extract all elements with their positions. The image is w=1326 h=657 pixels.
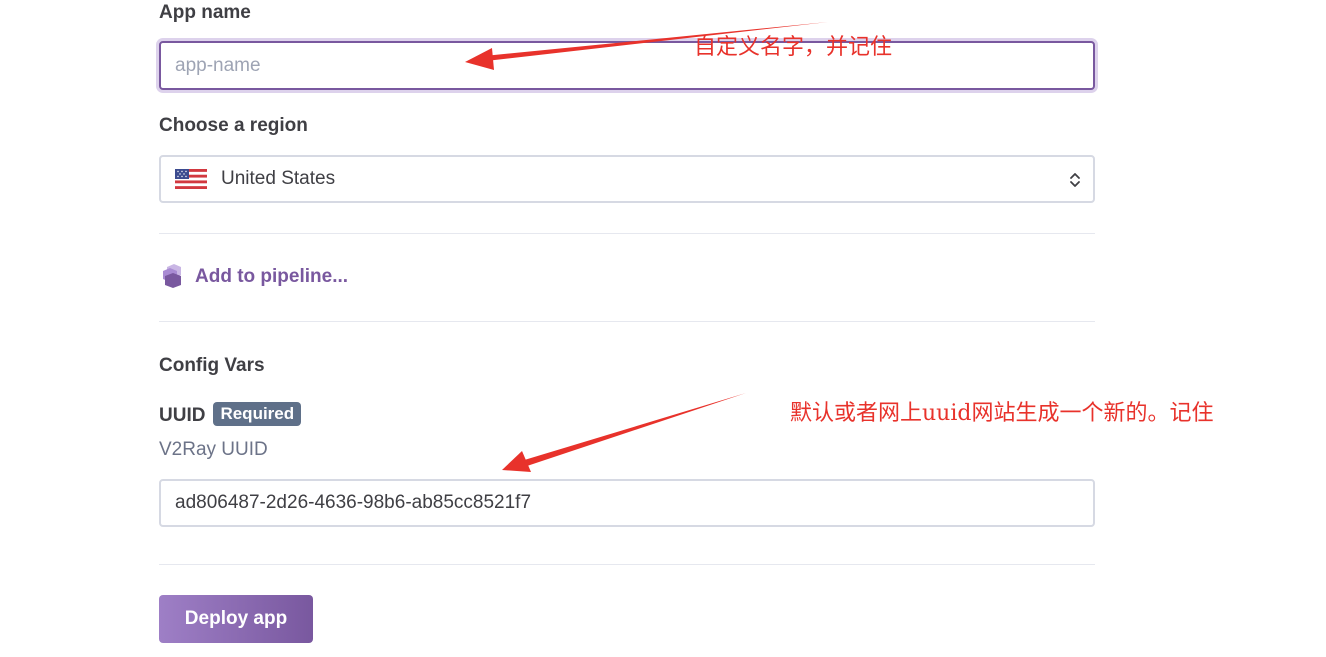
- app-name-input[interactable]: [159, 41, 1095, 90]
- uuid-label: UUID: [159, 405, 206, 426]
- section-divider: [159, 233, 1095, 234]
- region-select[interactable]: United States: [159, 155, 1095, 203]
- chevron-up-down-icon: [1070, 173, 1080, 187]
- app-name-annotation: 自定义名字，并记住: [694, 35, 893, 60]
- uuid-annotation: 默认或者网上uuid网站生成一个新的。记住: [790, 401, 1214, 426]
- required-badge: Required: [213, 402, 302, 426]
- app-name-label: App name: [159, 2, 251, 23]
- uuid-input[interactable]: [159, 479, 1095, 527]
- uuid-arrow-shaft: [521, 393, 746, 467]
- uuid-arrow-head: [502, 451, 531, 472]
- region-selected-value: United States: [221, 168, 336, 189]
- section-divider: [159, 321, 1095, 322]
- add-to-pipeline-link[interactable]: Add to pipeline...: [159, 264, 348, 290]
- config-vars-title: Config Vars: [159, 355, 265, 376]
- add-to-pipeline-label: Add to pipeline...: [195, 266, 349, 287]
- section-divider: [159, 564, 1095, 565]
- pipeline-icon: [163, 264, 181, 288]
- deploy-form-page: App name Choose a region United States: [0, 0, 1326, 657]
- annotation-arrows: [465, 22, 828, 472]
- deploy-app-button[interactable]: Deploy app: [159, 595, 313, 643]
- uuid-description: V2Ray UUID: [159, 439, 268, 460]
- region-label: Choose a region: [159, 115, 308, 136]
- uuid-label-row: UUID Required: [159, 402, 302, 427]
- us-flag-icon: [175, 169, 207, 189]
